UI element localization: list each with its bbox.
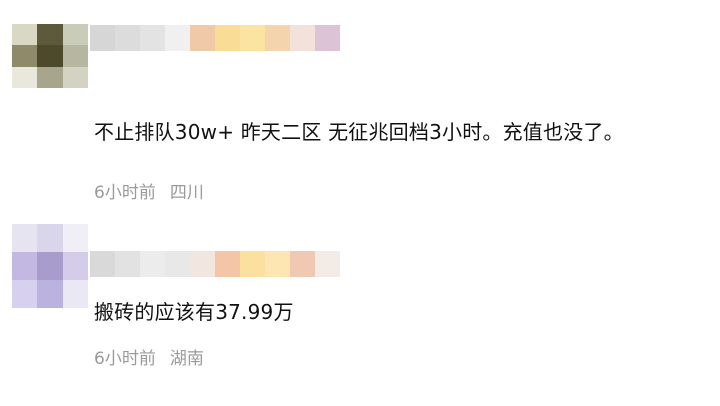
username-pixel [315, 25, 340, 51]
username-pixel [140, 251, 165, 277]
username-pixel [265, 25, 290, 51]
avatar-pixel [62, 66, 88, 88]
comment-text: 不止排队30w+ 昨天二区 无征兆回档3小时。充值也没了。 [94, 120, 624, 144]
username-pixel [315, 251, 340, 277]
username-pixel [140, 25, 165, 51]
username-pixel [190, 251, 215, 277]
avatar-pixel [37, 45, 63, 67]
username-pixel [190, 25, 215, 51]
username-pixel [290, 251, 315, 277]
avatar-pixel [37, 252, 63, 280]
avatar-pixel [37, 280, 63, 308]
avatar[interactable] [12, 24, 88, 88]
username-pixel [240, 25, 265, 51]
username-pixel [115, 25, 140, 51]
avatar[interactable] [12, 224, 88, 308]
username-pixel [290, 25, 315, 51]
username-blurred[interactable] [90, 251, 340, 277]
avatar-pixel [12, 45, 38, 67]
comment-item: 不止排队30w+ 昨天二区 无征兆回档3小时。充值也没了。 6小时前 四川 [0, 0, 720, 210]
avatar-pixel [62, 252, 88, 280]
comment-meta: 6小时前 四川 [94, 178, 204, 203]
comment-text: 搬砖的应该有37.99万 [94, 300, 294, 324]
username-pixel [90, 251, 115, 277]
username-pixel [165, 251, 190, 277]
avatar-pixel [37, 66, 63, 88]
username-pixel [240, 251, 265, 277]
comment-meta: 6小时前 湖南 [94, 344, 204, 369]
avatar-pixel [62, 224, 88, 252]
avatar-pixel [12, 280, 38, 308]
avatar-pixel [62, 45, 88, 67]
avatar-pixel [12, 252, 38, 280]
comment-location: 湖南 [169, 349, 204, 369]
avatar-pixel [12, 66, 38, 88]
avatar-pixel [37, 224, 63, 252]
comment-time: 6小时前 [94, 183, 156, 203]
comment-location: 四川 [169, 183, 204, 203]
username-pixel [90, 25, 115, 51]
username-pixel [215, 251, 240, 277]
comment-time: 6小时前 [94, 349, 156, 369]
comment-item: 搬砖的应该有37.99万 6小时前 湖南 [0, 210, 720, 406]
username-blurred[interactable] [90, 25, 340, 51]
username-pixel [115, 251, 140, 277]
avatar-pixel [37, 24, 63, 46]
username-pixel [215, 25, 240, 51]
avatar-pixel [12, 24, 38, 46]
avatar-pixel [62, 280, 88, 308]
username-pixel [265, 251, 290, 277]
avatar-pixel [12, 224, 38, 252]
avatar-pixel [62, 24, 88, 46]
username-pixel [165, 25, 190, 51]
